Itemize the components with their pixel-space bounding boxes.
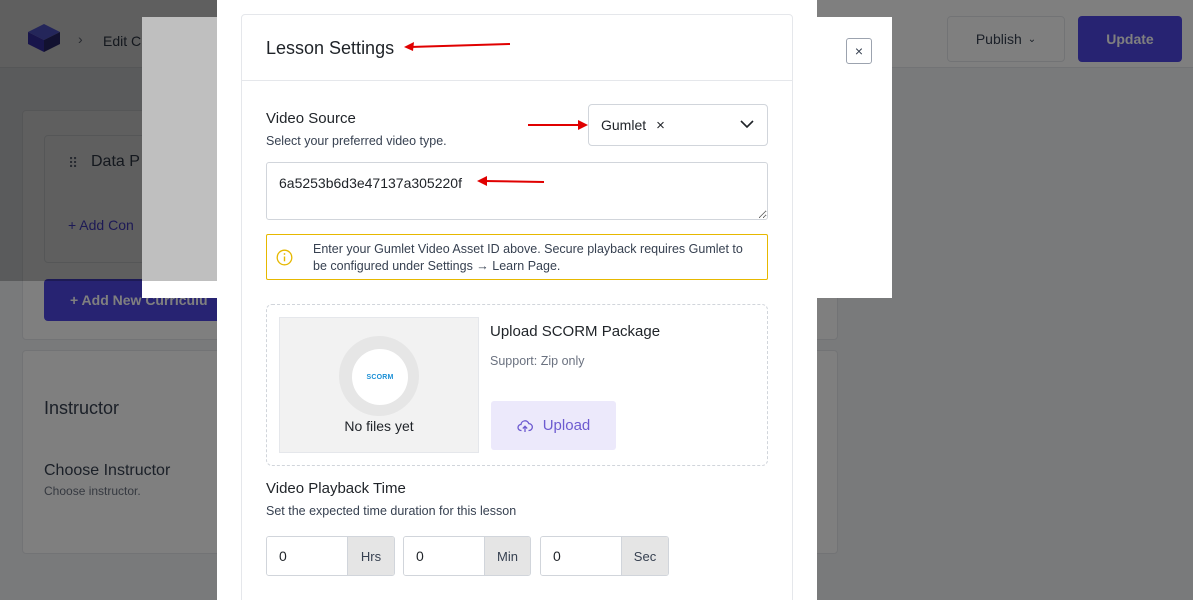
upload-button[interactable]: Upload [491,401,616,450]
cloud-upload-icon [517,419,533,432]
minutes-input[interactable] [404,537,484,575]
scorm-title: Upload SCORM Package [490,323,661,340]
video-source-value: Gumlet [601,117,647,133]
close-icon[interactable]: × [846,38,872,64]
card-header: Lesson Settings [242,15,792,81]
no-files-text: No files yet [344,418,414,434]
hours-input[interactable] [267,537,347,575]
scorm-support-text: Support: Zip only [490,354,585,368]
seconds-unit: Sec [621,537,668,575]
info-icon [276,249,293,266]
hours-field: Hrs [266,536,395,576]
hours-unit: Hrs [347,537,394,575]
seconds-input[interactable] [541,537,621,575]
notice-text: Enter your Gumlet Video Asset ID above. … [313,242,743,273]
video-id-input[interactable]: 6a5253b6d3e47137a305220f [266,162,768,220]
video-source-description: Select your preferred video type. [266,134,447,148]
seconds-field: Sec [540,536,669,576]
page-title: Lesson Settings [266,38,395,58]
minutes-field: Min [403,536,531,576]
clear-icon[interactable]: × [656,117,665,134]
gumlet-notice: Enter your Gumlet Video Asset ID above. … [266,234,768,280]
chevron-down-icon[interactable] [739,116,755,132]
scorm-logo-icon: SCORM [352,349,408,405]
playback-time-label: Video Playback Time [266,480,406,497]
playback-time-description: Set the expected time duration for this … [266,504,517,518]
video-source-label: Video Source [266,110,356,127]
video-source-select[interactable]: Gumlet × [588,104,768,146]
minutes-unit: Min [484,537,530,575]
